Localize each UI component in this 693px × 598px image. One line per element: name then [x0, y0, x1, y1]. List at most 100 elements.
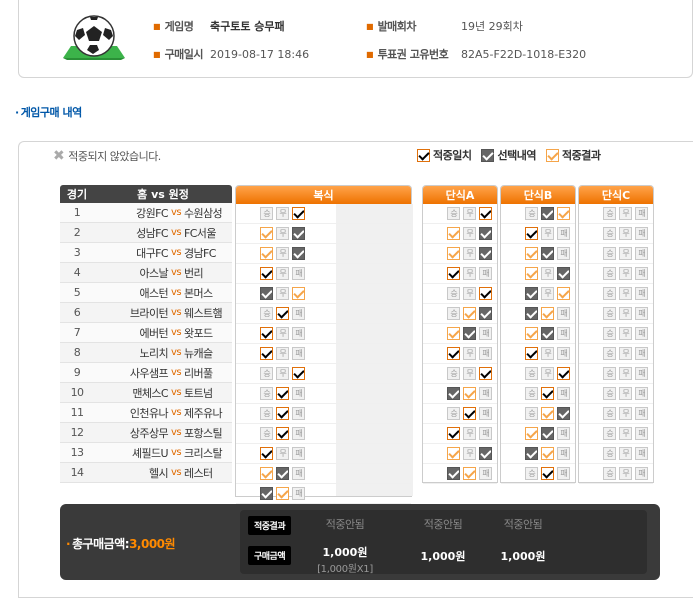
- pick-option-1: 무: [276, 487, 289, 500]
- pick-option-1: 무: [276, 267, 289, 280]
- away-team: 왓포드: [184, 326, 213, 340]
- pick-option-0: 승: [260, 327, 273, 340]
- pick-option-0: 승: [447, 247, 460, 260]
- pick-option-0: 승: [260, 487, 273, 500]
- pick-option-0: 승: [447, 307, 460, 320]
- pick-option-0: 승: [447, 287, 460, 300]
- pick-option-1: 무: [463, 367, 476, 380]
- pick-option-0: 승: [260, 287, 273, 300]
- legend-hit: 적중일치: [417, 147, 472, 163]
- match-row: 2 성남FC vs FC서울: [60, 223, 232, 243]
- single-c-grid: 단식C 승무패승무패승무패승무패승무패승무패승무패승무패승무패승무패승무패승무패…: [578, 185, 654, 484]
- match-row: 11 인천유나 vs 제주유나: [60, 403, 232, 423]
- pick-option-1: 무: [619, 327, 632, 340]
- pick-option-1: 무: [276, 227, 289, 240]
- pick-option-2: 패: [479, 427, 492, 440]
- pick-option-0: 승: [447, 427, 460, 440]
- pick-option-0: 승: [447, 367, 460, 380]
- pick-option-2: 패: [479, 367, 492, 380]
- home-team: 헬시: [148, 466, 169, 480]
- pick-option-1: 무: [276, 447, 289, 460]
- pick-option-1: 무: [541, 267, 554, 280]
- pick-option-1: 무: [619, 407, 632, 420]
- pick-row: 승무패: [423, 304, 497, 324]
- away-team: 수원삼성: [184, 206, 223, 220]
- pick-row: 승무패: [579, 404, 653, 424]
- game-name-row: ■ 게임명 축구토토 승무패: [153, 20, 285, 33]
- pick-row: 승무패: [501, 264, 575, 284]
- pick-option-2: 패: [557, 227, 570, 240]
- pick-option-1: 무: [463, 247, 476, 260]
- pick-option-0: 승: [525, 387, 538, 400]
- pick-option-1: 무: [276, 427, 289, 440]
- pick-option-1: 무: [619, 447, 632, 460]
- match-no: 5: [73, 286, 81, 299]
- pick-option-2: 패: [557, 267, 570, 280]
- pick-option-2: 패: [292, 247, 305, 260]
- pick-option-0: 승: [603, 287, 616, 300]
- pick-option-2: 패: [292, 347, 305, 360]
- pick-option-2: 패: [479, 267, 492, 280]
- pick-option-0: 승: [603, 207, 616, 220]
- pick-option-2: 패: [479, 307, 492, 320]
- pick-row: 승무패: [501, 204, 575, 224]
- pick-option-1: 무: [541, 447, 554, 460]
- pick-option-2: 패: [635, 367, 648, 380]
- summary-col-a: 적중안됨 1,000원: [420, 518, 466, 563]
- pick-option-1: 무: [619, 387, 632, 400]
- soccer-ball-icon: [63, 15, 125, 60]
- pick-option-0: 승: [525, 407, 538, 420]
- pick-option-1: 무: [541, 327, 554, 340]
- pick-option-2: 패: [479, 287, 492, 300]
- pick-row: 승무패: [423, 204, 497, 224]
- single-b-header: 단식B: [501, 186, 575, 204]
- total-purchase: · 총구매금액:3,000원: [66, 537, 176, 551]
- pick-option-0: 승: [603, 427, 616, 440]
- legend-result: 적중결과: [545, 147, 601, 163]
- pick-option-0: 승: [447, 347, 460, 360]
- match-no: 6: [73, 306, 81, 319]
- pick-row: 승무패: [423, 224, 497, 244]
- game-name: 축구토토 승무패: [210, 20, 285, 33]
- pick-row: 승무패: [236, 464, 411, 484]
- pick-row: 승무패: [579, 224, 653, 244]
- match-no: 14: [70, 466, 84, 479]
- result-pill: 적중결과: [248, 516, 292, 535]
- home-team: 사우샘프: [129, 366, 169, 380]
- pick-option-0: 승: [447, 387, 460, 400]
- home-team: 강원FC: [136, 206, 168, 220]
- pick-row: 승무패: [236, 284, 411, 304]
- pick-option-1: 무: [463, 407, 476, 420]
- pick-option-0: 승: [447, 227, 460, 240]
- checkbox-hit-icon: [417, 148, 430, 162]
- pick-option-1: 무: [541, 287, 554, 300]
- pick-option-1: 무: [463, 447, 476, 460]
- match-row: 13 셰필드U vs 크리스탈: [60, 443, 232, 463]
- pick-option-1: 무: [619, 227, 632, 240]
- pick-option-2: 패: [479, 387, 492, 400]
- pick-option-2: 패: [635, 287, 648, 300]
- pick-option-2: 패: [479, 347, 492, 360]
- away-team: 레스터: [184, 466, 213, 480]
- pick-option-0: 승: [447, 327, 460, 340]
- pick-option-2: 패: [635, 347, 648, 360]
- pick-row: 승무패: [501, 464, 575, 484]
- pick-option-0: 승: [260, 307, 273, 320]
- summary-col-b: 적중안됨 1,000원: [500, 518, 546, 563]
- pick-option-2: 패: [557, 427, 570, 440]
- vs-label: vs: [171, 427, 182, 438]
- away-team: 제주유나: [184, 406, 223, 420]
- home-team: 대구FC: [136, 246, 168, 260]
- pick-row: 승무패: [501, 384, 575, 404]
- pick-row: 승무패: [236, 384, 411, 404]
- section-title: · 게임구매 내역: [15, 106, 82, 119]
- pick-option-1: 무: [276, 367, 289, 380]
- pick-option-1: 무: [541, 307, 554, 320]
- match-row: 5 애스턴 vs 본머스: [60, 283, 232, 303]
- away-team: FC서울: [184, 226, 216, 240]
- pick-option-0: 승: [447, 407, 460, 420]
- pick-option-1: 무: [463, 347, 476, 360]
- pick-option-1: 무: [276, 327, 289, 340]
- pick-option-1: 무: [541, 347, 554, 360]
- pick-option-1: 무: [463, 327, 476, 340]
